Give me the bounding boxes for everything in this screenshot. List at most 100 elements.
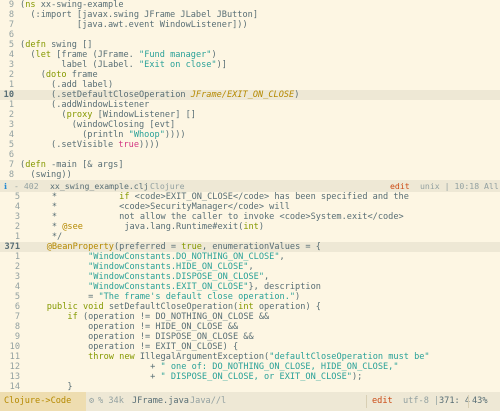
line-number: 2 <box>8 70 14 80</box>
code-line[interactable]: 3 * not allow the caller to invoke <code… <box>0 212 500 222</box>
code-line[interactable]: 10 operation != EXIT_ON_CLOSE) { <box>0 342 500 352</box>
code-line[interactable]: 9 operation != DISPOSE_ON_CLOSE && <box>0 332 500 342</box>
line-number: 1 <box>14 252 20 262</box>
line-number: 2 <box>8 110 14 120</box>
line-number: 14 <box>9 382 20 392</box>
code-line[interactable]: 3 (windowClosing [evt] <box>0 120 500 130</box>
line-number: 10 <box>9 342 20 352</box>
code-text: "WindowConstants.HIDE_ON_CLOSE", <box>88 262 254 272</box>
code-line[interactable]: 8 operation != HIDE_ON_CLOSE && <box>0 322 500 332</box>
line-number: 6 <box>14 302 20 312</box>
code-text: * @see java.lang.Runtime#exit(int) <box>26 222 265 232</box>
line-number: 371 <box>4 242 20 252</box>
code-text: operation != EXIT_ON_CLOSE) { <box>26 342 239 352</box>
code-line[interactable]: 2 (doto frame <box>0 70 500 80</box>
code-line[interactable]: 371 @BeanProperty(preferred = true, enum… <box>0 242 500 252</box>
line-number: 9 <box>14 332 20 342</box>
code-text: (windowClosing [evt] <box>20 120 176 130</box>
line-number: 7 <box>8 20 14 30</box>
code-line[interactable]: 6 <box>0 150 500 160</box>
code-line[interactable]: 7 [java.awt.event WindowListener])) <box>0 20 500 30</box>
code-text: * not allow the caller to invoke <code>S… <box>26 212 404 222</box>
code-line[interactable]: 13 + " DISPOSE_ON_CLOSE, or EXIT_ON_CLOS… <box>0 372 500 382</box>
code-line[interactable]: 1 (.add label) <box>0 80 500 90</box>
line-number: 8 <box>8 10 14 20</box>
code-line[interactable]: 10 (.setDefaultCloseOperation JFrame/EXI… <box>0 90 500 100</box>
code-line[interactable]: 6 public void setDefaultCloseOperation(i… <box>0 302 500 312</box>
code-line[interactable]: 8 (:import [javax.swing JFrame JLabel JB… <box>0 10 500 20</box>
line-number: 13 <box>9 372 20 382</box>
code-line[interactable]: 4 (println "Whoop")))) <box>0 130 500 140</box>
code-line[interactable]: 4 (let [frame (JFrame. "Fund manager") <box>0 50 500 60</box>
line-number: 3 <box>8 60 14 70</box>
major-mode[interactable]: Clojure <box>150 180 185 192</box>
code-line[interactable]: 5 * if <code>EXIT_ON_CLOSE</code> has be… <box>0 192 500 202</box>
code-line[interactable]: 5 (.setVisible true)))) <box>0 140 500 150</box>
code-text: throw new IllegalArgumentException("defa… <box>88 352 430 362</box>
code-line[interactable]: 2 (proxy [WindowListener] [] <box>0 110 500 120</box>
code-text: "WindowConstants.EXIT_ON_CLOSE"}, descri… <box>88 282 321 292</box>
line-number: 5 <box>14 292 20 302</box>
code-line[interactable]: 8 (swing)) <box>0 170 500 180</box>
code-text: * if <code>EXIT_ON_CLOSE</code> has been… <box>26 192 409 202</box>
line-number: 6 <box>8 30 14 40</box>
line-number: 4 <box>14 282 20 292</box>
code-text: (.setDefaultCloseOperation JFrame/EXIT_O… <box>20 90 300 100</box>
code-text: = "The frame's default close operation."… <box>26 292 301 302</box>
code-text: label (JLabel. "Exit on close")] <box>20 60 227 70</box>
top-editor-pane[interactable]: 9 (ns xx-swing-example 8 (:import [javax.s… <box>0 0 500 180</box>
line-number: 8 <box>8 170 14 180</box>
line-number: 1 <box>14 232 20 242</box>
code-line[interactable]: 2 "WindowConstants.HIDE_ON_CLOSE", <box>0 262 500 272</box>
line-number: 4 <box>8 130 14 140</box>
code-line[interactable]: 11 throw new IllegalArgumentException("d… <box>0 352 500 362</box>
line-number: 5 <box>14 192 20 202</box>
line-number: 7 <box>8 160 14 170</box>
code-text: + " DISPOSE_ON_CLOSE, or EXIT_ON_CLOSE")… <box>26 372 363 382</box>
code-text: "WindowConstants.DISPOSE_ON_CLOSE", <box>88 272 270 282</box>
scroll-percent: 43% <box>472 396 488 406</box>
buffer-name[interactable]: JFrame.java <box>132 392 189 411</box>
code-text: operation != HIDE_ON_CLOSE && <box>26 322 239 332</box>
code-line[interactable]: 1 "WindowConstants.DO_NOTHING_ON_CLOSE", <box>0 252 500 262</box>
info-icon: ℹ <box>4 181 8 191</box>
line-number: 2 <box>14 222 20 232</box>
code-line[interactable]: 3 label (JLabel. "Exit on close")] <box>0 60 500 70</box>
code-line[interactable]: 4 * <code>SecurityManager</code> will <box>0 202 500 212</box>
code-line[interactable]: 6 <box>0 30 500 40</box>
code-text: (.setVisible true)))) <box>20 140 160 150</box>
code-text: (proxy [WindowListener] [] <box>20 110 196 120</box>
code-line[interactable]: 5 (defn swing [] <box>0 40 500 50</box>
buffer-name[interactable]: xx_swing_example.clj <box>50 180 149 192</box>
code-line[interactable]: 3 "WindowConstants.DISPOSE_ON_CLOSE", <box>0 272 500 282</box>
line-number: 2 <box>14 262 20 272</box>
code-text: + " one of: DO_NOTHING_ON_CLOSE, HIDE_ON… <box>26 362 399 372</box>
major-mode[interactable]: Java//l <box>190 392 226 411</box>
code-text: (doto frame <box>20 70 98 80</box>
code-text: (defn -main [& args] <box>20 160 124 170</box>
code-text: (defn swing [] <box>20 40 93 50</box>
code-line[interactable]: 7 (defn -main [& args] <box>0 160 500 170</box>
code-line[interactable]: 7 if (operation != DO_NOTHING_ON_CLOSE &… <box>0 312 500 322</box>
state-indicator: edit <box>372 396 393 406</box>
code-line[interactable]: 1 */ <box>0 232 500 242</box>
code-line[interactable]: 14 } <box>0 382 500 392</box>
line-number: 9 <box>8 0 14 10</box>
code-line[interactable]: 4 "WindowConstants.EXIT_ON_CLOSE"}, desc… <box>0 282 500 292</box>
line-number: 8 <box>14 322 20 332</box>
code-line[interactable]: 5 = "The frame's default close operation… <box>0 292 500 302</box>
code-text: * <code>SecurityManager</code> will <box>26 202 290 212</box>
bottom-editor-pane[interactable]: 5 * if <code>EXIT_ON_CLOSE</code> has be… <box>0 192 500 392</box>
line-number: 3 <box>14 212 20 222</box>
code-line[interactable]: 9 (ns xx-swing-example <box>0 0 500 10</box>
code-text: } <box>26 382 73 392</box>
code-line[interactable]: 1 (.addWindowListener <box>0 100 500 110</box>
code-line[interactable]: 12 + " one of: DO_NOTHING_ON_CLOSE, HIDE… <box>0 362 500 372</box>
line-number: 3 <box>14 272 20 282</box>
code-line[interactable]: 2 * @see java.lang.Runtime#exit(int) <box>0 222 500 232</box>
code-text: (.addWindowListener <box>20 100 150 110</box>
state-badge: Clojure->Code <box>0 392 86 411</box>
code-text: (swing)) <box>20 170 72 180</box>
separator <box>468 395 469 408</box>
code-text: (:import [javax.swing JFrame JLabel JBut… <box>20 10 258 20</box>
